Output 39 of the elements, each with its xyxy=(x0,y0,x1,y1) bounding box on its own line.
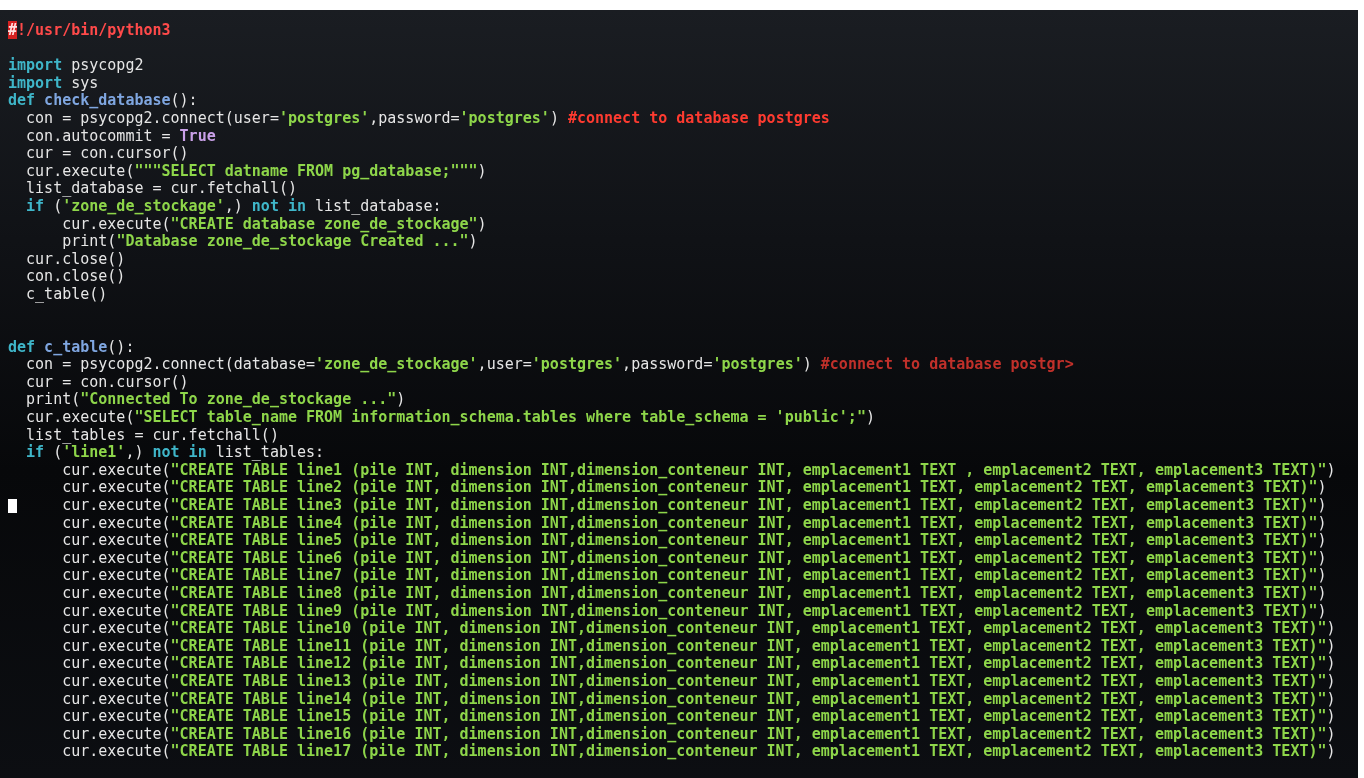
code-line: #!/usr/bin/python3 xyxy=(8,22,171,40)
code-line: if ('line1',) not in list_tables: xyxy=(26,444,325,462)
code-line: cur.execute("CREATE TABLE line3 (pile INT, dimension INT,dimension_conteneur INT, emplacement1 TEXT, emplacement2 TEXT, emplacement3 TEXT)") xyxy=(62,497,1327,515)
code-line: cur.execute("""SELECT datname FROM pg_database;""") xyxy=(26,162,487,181)
code-line: cur.execute("CREATE TABLE line9 (pile INT, dimension INT,dimension_conteneur INT, emplacement1 TEXT, emplacement2 TEXT, emplacement3 TEXT)") xyxy=(62,602,1327,621)
code-line: cur.close() xyxy=(26,250,126,269)
code-line: cur.execute("CREATE TABLE line2 (pile INT, dimension INT,dimension_conteneur INT, emplacement1 TEXT, emplacement2 TEXT, emplacement3 TEXT)") xyxy=(62,479,1327,497)
code-line: list_tables = cur.fetchall() xyxy=(26,426,279,445)
code-line: con = psycopg2.connect(database='zone_de_stockage',user='postgres',password='postgres') #connect to database postgr> xyxy=(26,356,1074,374)
code-line: import sys xyxy=(8,74,99,93)
code-line: cur.execute("CREATE TABLE line1 (pile INT, dimension INT,dimension_conteneur INT, emplacement1 TEXT , emplacement2 TEXT, emplacement3 TEXT)") xyxy=(62,461,1336,480)
code-line: if ('zone_de_stockage',) not in list_database: xyxy=(26,197,442,216)
code-line: cur.execute("CREATE TABLE line14 (pile INT, dimension INT,dimension_conteneur INT, emplacement1 TEXT, emplacement2 TEXT, emplacement3 TEXT)") xyxy=(62,690,1336,709)
code-line: import psycopg2 xyxy=(8,57,144,75)
code-line: cur.execute("CREATE TABLE line16 (pile INT, dimension INT,dimension_conteneur INT, emplacement1 TEXT, emplacement2 TEXT, emplacement3 TEXT)") xyxy=(62,725,1336,744)
code-line: cur.execute("CREATE TABLE line17 (pile INT, dimension INT,dimension_conteneur INT, emplacement1 TEXT, emplacement2 TEXT, emplacement3 TEXT)") xyxy=(62,743,1336,761)
code-line: con.autocommit = True xyxy=(26,127,216,146)
code-line: cur = con.cursor() xyxy=(26,145,189,163)
code-line: con = psycopg2.connect(user='postgres',password='postgres') #connect to database postgres xyxy=(26,109,830,128)
code-line: print("Database zone_de_stockage Created ...") xyxy=(62,233,478,251)
code-line: cur.execute("SELECT table_name FROM information_schema.tables where table_schema = 'public';") xyxy=(26,409,875,427)
code-line: list_database = cur.fetchall() xyxy=(26,180,297,198)
code-line: cur.execute("CREATE TABLE line7 (pile INT, dimension INT,dimension_conteneur INT, emplacement1 TEXT, emplacement2 TEXT, emplacement3 TEXT)") xyxy=(62,567,1327,585)
code-line: cur.execute("CREATE database zone_de_stockage") xyxy=(62,215,487,234)
code-line: cur.execute("CREATE TABLE line8 (pile INT, dimension INT,dimension_conteneur INT, emplacement1 TEXT, emplacement2 TEXT, emplacement3 TEXT)") xyxy=(62,585,1327,603)
code-line: cur.execute("CREATE TABLE line10 (pile INT, dimension INT,dimension_conteneur INT, emplacement1 TEXT, emplacement2 TEXT, emplacement3 TEXT)") xyxy=(62,620,1336,638)
code-line: cur.execute("CREATE TABLE line15 (pile INT, dimension INT,dimension_conteneur INT, emplacement1 TEXT, emplacement2 TEXT, emplacement3 TEXT)") xyxy=(62,708,1336,726)
code-line: cur.execute("CREATE TABLE line6 (pile INT, dimension INT,dimension_conteneur INT, emplacement1 TEXT, emplacement2 TEXT, emplacement3 TEXT)") xyxy=(62,549,1327,568)
code-line: cur.execute("CREATE TABLE line11 (pile INT, dimension INT,dimension_conteneur INT, emplacement1 TEXT, emplacement2 TEXT, emplacement3 TEXT)") xyxy=(62,637,1336,656)
code-line: cur.execute("CREATE TABLE line12 (pile INT, dimension INT,dimension_conteneur INT, emplacement1 TEXT, emplacement2 TEXT, emplacement3 TEXT)") xyxy=(62,655,1336,673)
code-line: cur.execute("CREATE TABLE line5 (pile INT, dimension INT,dimension_conteneur INT, emplacement1 TEXT, emplacement2 TEXT, emplacement3 TEXT)") xyxy=(62,532,1327,550)
code-line: def c_table(): xyxy=(8,338,135,357)
code-line: cur.execute("CREATE TABLE line13 (pile INT, dimension INT,dimension_conteneur INT, emplacement1 TEXT, emplacement2 TEXT, emplacement3 TEXT)") xyxy=(62,672,1336,691)
code-line: def check_database(): xyxy=(8,92,198,110)
code-line: print("Connected To zone_de_stockage ...") xyxy=(26,391,406,409)
code-line: cur = con.cursor() xyxy=(26,373,189,392)
code-line: con.close() xyxy=(26,268,126,286)
code-line: cur.execute("CREATE TABLE line4 (pile INT, dimension INT,dimension_conteneur INT, emplacement1 TEXT, emplacement2 TEXT, emplacement3 TEXT)") xyxy=(62,514,1327,533)
code-line: c_table() xyxy=(26,285,108,304)
